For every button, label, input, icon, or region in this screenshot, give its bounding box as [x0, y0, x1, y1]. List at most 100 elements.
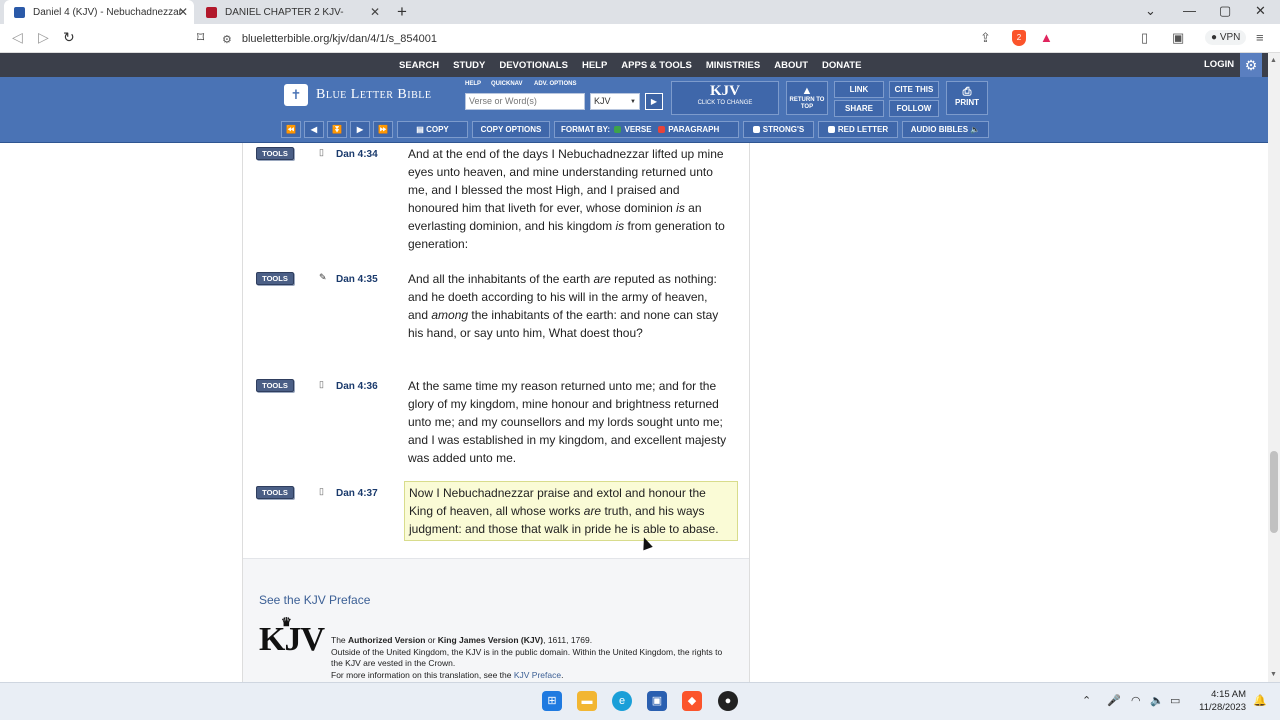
wallet-icon[interactable]: ▣: [1172, 30, 1184, 46]
red-letter-toggle[interactable]: RED LETTER: [818, 121, 898, 138]
audio-bibles-button[interactable]: AUDIO BIBLES 🔈: [902, 121, 989, 138]
copy-options-button[interactable]: COPY OPTIONS: [472, 121, 550, 138]
bookmark-icon[interactable]: ⌑: [197, 29, 204, 46]
close-window-icon[interactable]: ✕: [1255, 3, 1266, 19]
nav-ministries[interactable]: MINISTRIES: [706, 60, 760, 71]
verse-checked-icon[interactable]: [614, 126, 622, 133]
tab-search-chevron-icon[interactable]: ⌄: [1145, 3, 1156, 19]
version-change-button[interactable]: KJV CLICK TO CHANGE: [671, 81, 779, 115]
mini-adv-options-link[interactable]: ADV. OPTIONS: [534, 81, 576, 87]
wifi-icon[interactable]: ◠: [1131, 694, 1141, 707]
checkbox-icon: [752, 126, 760, 133]
nav-about[interactable]: ABOUT: [774, 60, 808, 71]
bible-logo-icon: ✝: [284, 84, 308, 106]
site-logo[interactable]: ✝ Blue Letter Bible: [284, 84, 432, 106]
version-select-value: KJV: [594, 96, 611, 106]
store-icon[interactable]: ▣: [647, 691, 667, 711]
tools-button[interactable]: TOOLS: [256, 272, 294, 285]
next-chapter-icon[interactable]: ▶: [350, 121, 370, 138]
copy-button[interactable]: ▤ COPY: [397, 121, 468, 138]
tray-overflow-icon[interactable]: ⌃: [1082, 694, 1091, 707]
tools-button[interactable]: TOOLS: [256, 486, 294, 499]
verse-copy-icon[interactable]: ▯: [319, 486, 324, 497]
up-arrow-icon: ▲: [801, 85, 813, 97]
microphone-icon[interactable]: 🎤: [1107, 694, 1121, 707]
windows-start-icon[interactable]: ⊞: [542, 691, 562, 711]
brave-browser-icon[interactable]: ◆: [682, 691, 702, 711]
format-by-label: FORMAT BY:: [561, 125, 611, 134]
format-verse-option[interactable]: VERSE: [624, 125, 651, 134]
site-info-icon[interactable]: ⚙: [222, 33, 232, 46]
reload-icon[interactable]: ↻: [63, 29, 75, 46]
close-tab-icon[interactable]: ✕: [178, 5, 188, 19]
notification-bell-icon[interactable]: 🔔: [1253, 694, 1267, 707]
mini-quicknav-link[interactable]: QUICKNAV: [491, 81, 523, 87]
vpn-button[interactable]: ● VPN: [1205, 30, 1247, 45]
previous-chapter-icon[interactable]: ◀: [304, 121, 324, 138]
settings-gear-icon[interactable]: ⚙: [1240, 53, 1262, 77]
verse-copy-icon[interactable]: ▯: [319, 147, 324, 158]
tools-button[interactable]: TOOLS: [256, 379, 294, 392]
nav-apps-tools[interactable]: APPS & TOOLS: [621, 60, 692, 71]
verse-reference[interactable]: Dan 4:34: [336, 149, 378, 160]
kjv-preface-inline-link[interactable]: KJV Preface: [514, 670, 561, 680]
scroll-down-icon[interactable]: ▼: [1270, 671, 1277, 678]
notice-text: The: [331, 635, 349, 645]
file-explorer-icon[interactable]: ▬: [577, 691, 597, 711]
minimize-icon[interactable]: —: [1183, 3, 1196, 18]
app-icon[interactable]: ●: [718, 691, 738, 711]
paragraph-unchecked-icon[interactable]: [658, 126, 666, 133]
jump-down-icon[interactable]: ⏬: [327, 121, 347, 138]
address-bar-row: ◁ ▷ ↻ ⌑ ⚙ blueletterbible.org/kjv/dan/4/…: [0, 24, 1280, 53]
mini-help-link[interactable]: HELP: [465, 81, 481, 87]
scrollbar-thumb[interactable]: [1270, 451, 1278, 533]
edge-icon[interactable]: e: [612, 691, 632, 711]
url-field[interactable]: ⚙ blueletterbible.org/kjv/dan/4/1/s_8540…: [222, 29, 992, 49]
menu-icon[interactable]: ≡: [1256, 30, 1264, 45]
scroll-up-icon[interactable]: ▲: [1270, 57, 1277, 64]
tab-daniel-2[interactable]: DANIEL CHAPTER 2 KJV- ✕: [196, 0, 386, 24]
forward-icon[interactable]: ▷: [38, 29, 49, 46]
close-tab-icon[interactable]: ✕: [370, 5, 380, 19]
cite-this-button[interactable]: CITE THIS: [889, 81, 939, 98]
verse-search-input[interactable]: Verse or Word(s): [465, 93, 585, 110]
return-to-top-button[interactable]: ▲ RETURN TO TOP: [786, 81, 828, 115]
format-paragraph-option[interactable]: PARAGRAPH: [668, 125, 719, 134]
search-go-button[interactable]: ▶: [645, 93, 663, 110]
brave-rewards-icon[interactable]: ▲: [1040, 30, 1053, 45]
back-icon[interactable]: ◁: [12, 29, 23, 46]
nav-study[interactable]: STUDY: [453, 60, 485, 71]
verse-reference[interactable]: Dan 4:37: [336, 488, 378, 499]
brave-shield-icon[interactable]: 2: [1012, 30, 1026, 46]
nav-help[interactable]: HELP: [582, 60, 607, 71]
maximize-icon[interactable]: ▢: [1219, 3, 1231, 19]
sidebar-icon[interactable]: ▯: [1141, 30, 1148, 46]
verse-note-icon[interactable]: ✎: [319, 272, 327, 283]
new-tab-icon[interactable]: +: [397, 2, 407, 22]
page-scrollbar[interactable]: ▲ ▼: [1268, 53, 1280, 682]
kjv-preface-link[interactable]: See the KJV Preface: [259, 593, 370, 607]
verse-copy-icon[interactable]: ▯: [319, 379, 324, 390]
login-link[interactable]: LOGIN: [1204, 59, 1234, 70]
share-icon[interactable]: ⇪: [980, 30, 991, 46]
volume-icon[interactable]: 🔈: [1150, 694, 1164, 707]
first-chapter-icon[interactable]: ⏪: [281, 121, 301, 138]
tools-button[interactable]: TOOLS: [256, 147, 294, 160]
verse-reference[interactable]: Dan 4:36: [336, 381, 378, 392]
last-chapter-icon[interactable]: ⏩: [373, 121, 393, 138]
verse-text: Now I Nebuchadnezzar praise and extol an…: [404, 481, 738, 541]
nav-search[interactable]: SEARCH: [399, 60, 439, 71]
tab-daniel-4[interactable]: Daniel 4 (KJV) - Nebuchadnezzar ✕: [4, 0, 194, 24]
battery-icon[interactable]: ▭: [1170, 694, 1180, 707]
strongs-toggle[interactable]: STRONG'S: [743, 121, 814, 138]
nav-donate[interactable]: DONATE: [822, 60, 861, 71]
follow-button[interactable]: FOLLOW: [889, 100, 939, 117]
version-select[interactable]: KJV ▼: [590, 93, 640, 110]
print-button[interactable]: ⎙ PRINT: [946, 81, 988, 115]
link-button[interactable]: LINK: [834, 81, 884, 98]
nav-devotionals[interactable]: DEVOTIONALS: [499, 60, 568, 71]
share-button[interactable]: SHARE: [834, 100, 884, 117]
system-clock[interactable]: 4:15 AM 11/28/2023: [1194, 688, 1246, 714]
translation-footer: See the KJV Preface ♛ KJV The Authorized…: [243, 558, 749, 682]
verse-reference[interactable]: Dan 4:35: [336, 274, 378, 285]
